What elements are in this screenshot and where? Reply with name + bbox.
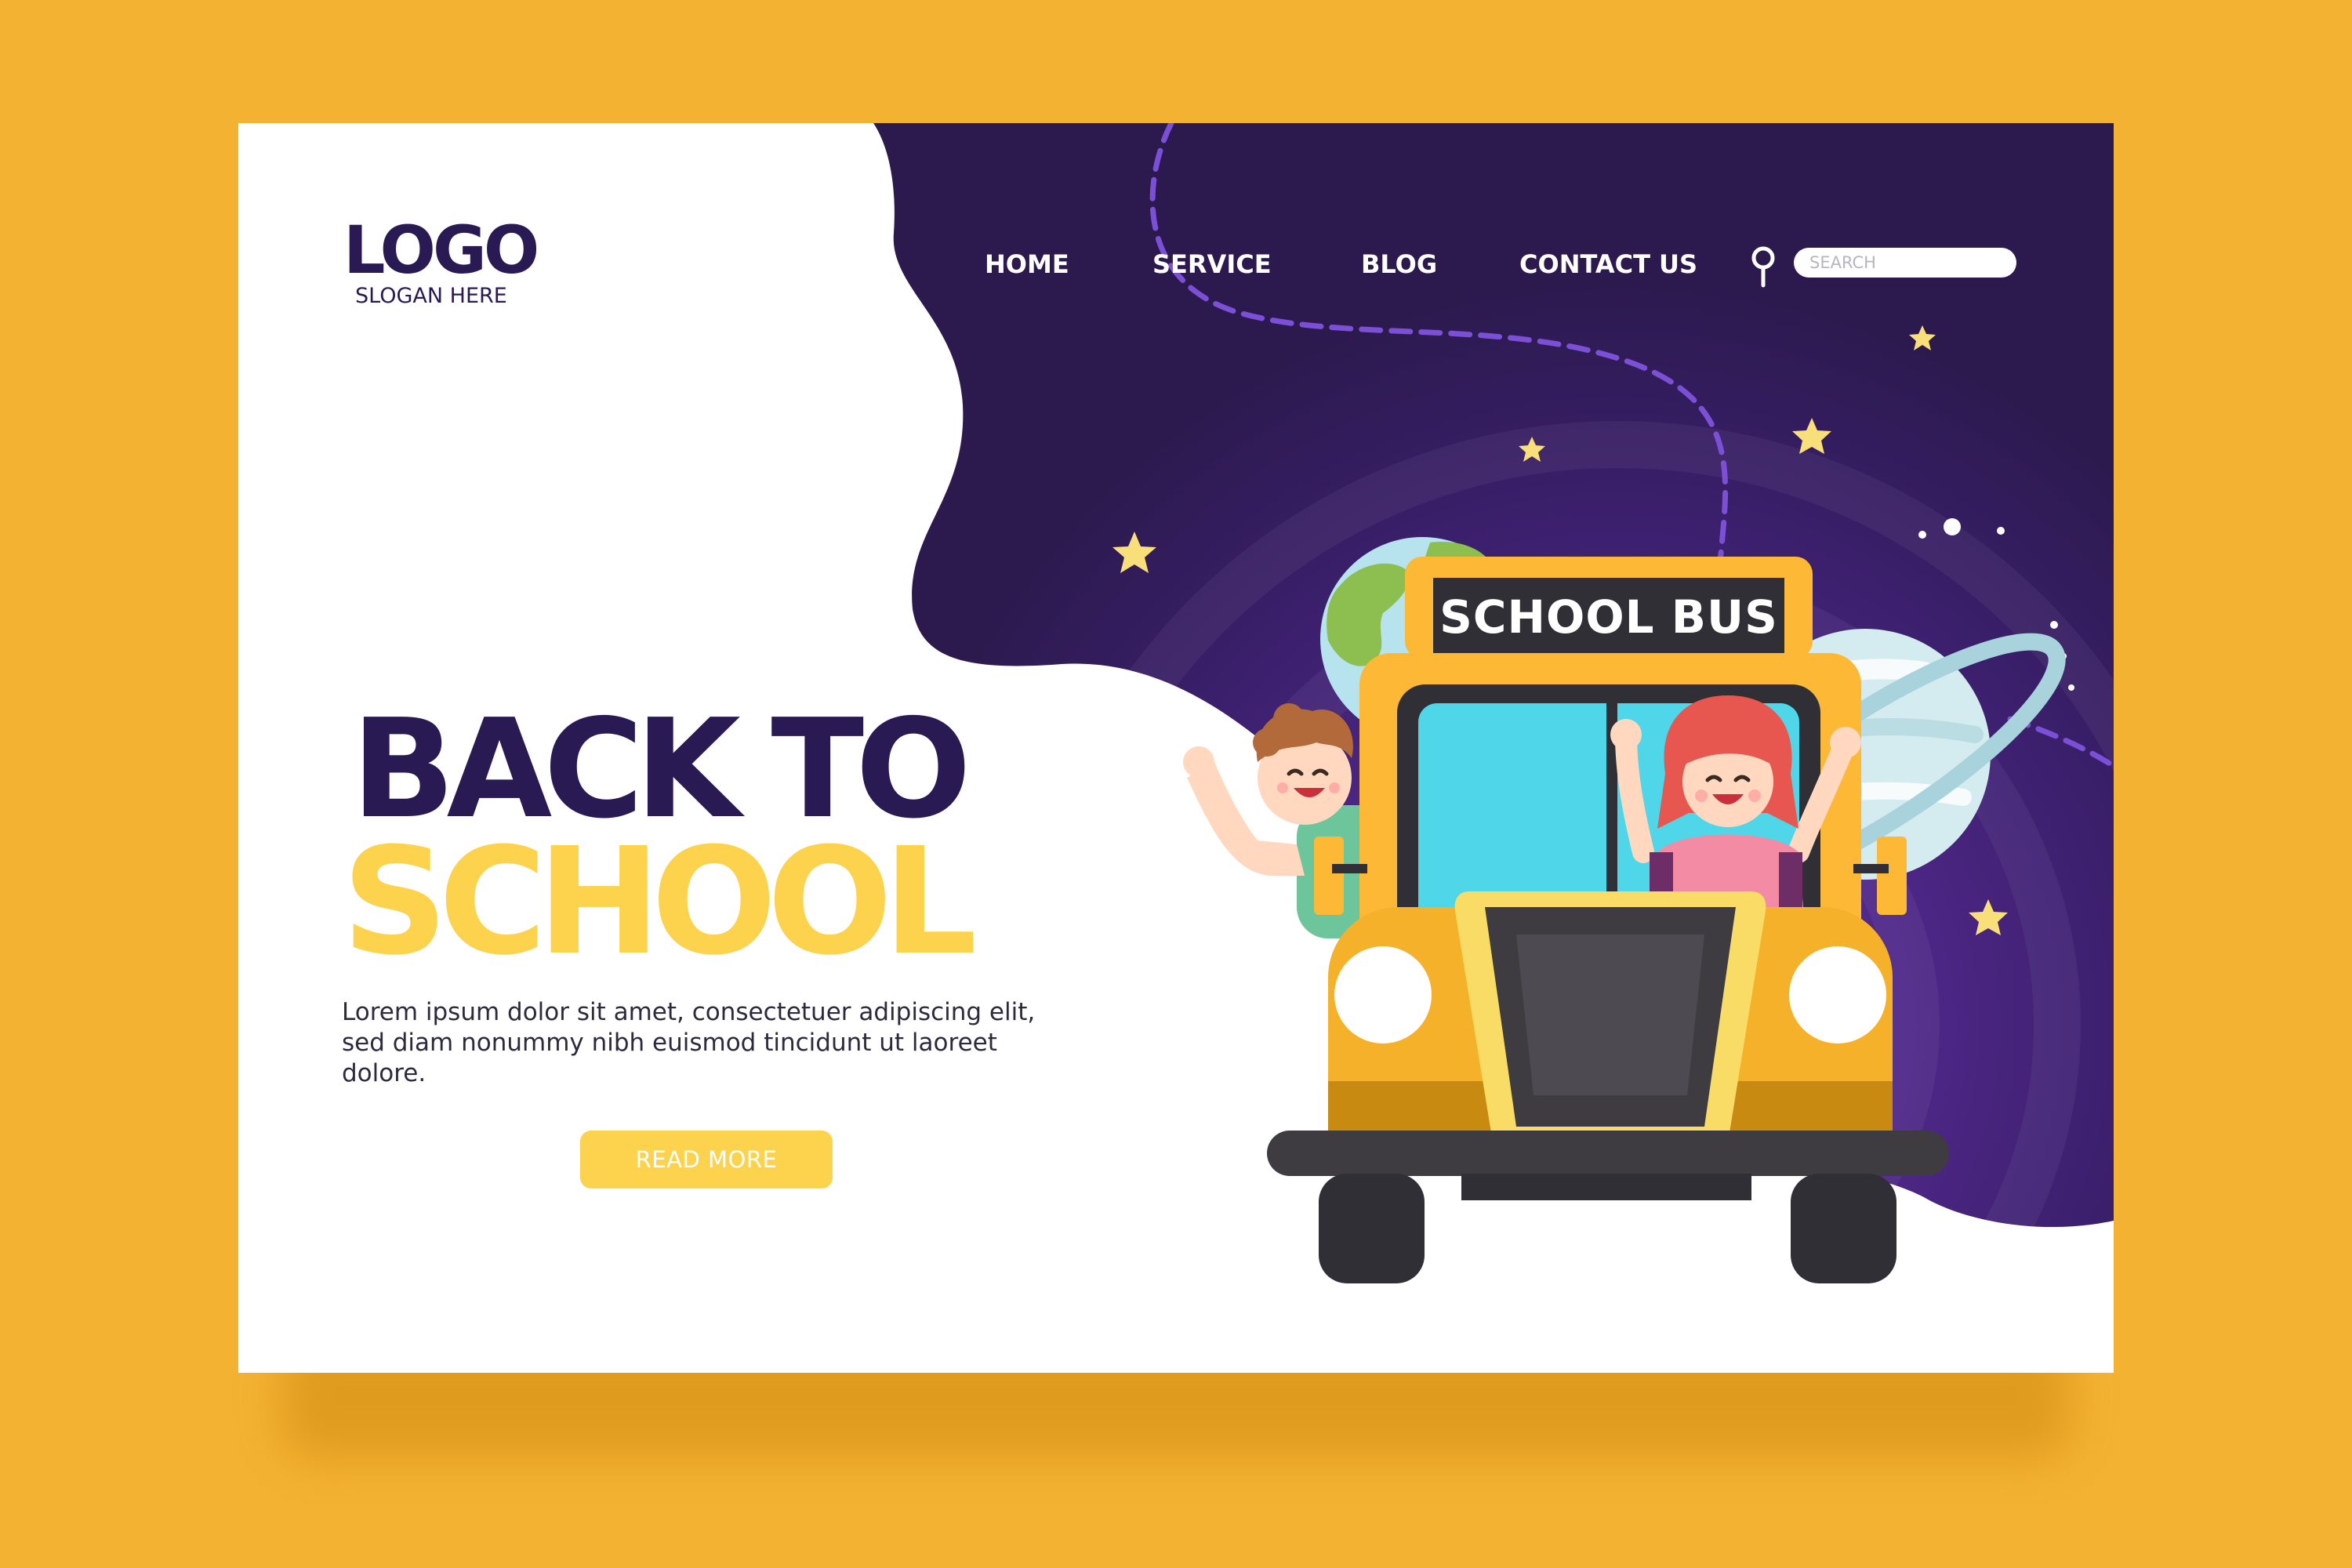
nav-blog[interactable]: BLOG [1361, 241, 1437, 288]
logo[interactable]: LOGO [343, 217, 539, 283]
search-icon[interactable] [1745, 245, 1781, 289]
school-bus: SCHOOL BUS [1267, 557, 1949, 1283]
hero-body-text: Lorem ipsum dolor sit amet, consectetuer… [342, 998, 1036, 1087]
read-more-button[interactable]: READ MORE [580, 1131, 833, 1189]
search-input[interactable] [1794, 248, 2016, 278]
nav-home[interactable]: HOME [985, 241, 1069, 288]
hero-title-line2: SCHOOL [342, 816, 977, 988]
nav-contact-us[interactable]: CONTACT US [1519, 241, 1697, 288]
nav-service[interactable]: SERVICE [1152, 241, 1272, 288]
bus-sign-text: SCHOOL BUS [1439, 590, 1778, 644]
landing-page-card: SCHOOL BUS LOGO SLOGAN HERE HOME SERVICE… [238, 123, 2114, 1373]
slogan: SLOGAN HERE [355, 284, 507, 308]
